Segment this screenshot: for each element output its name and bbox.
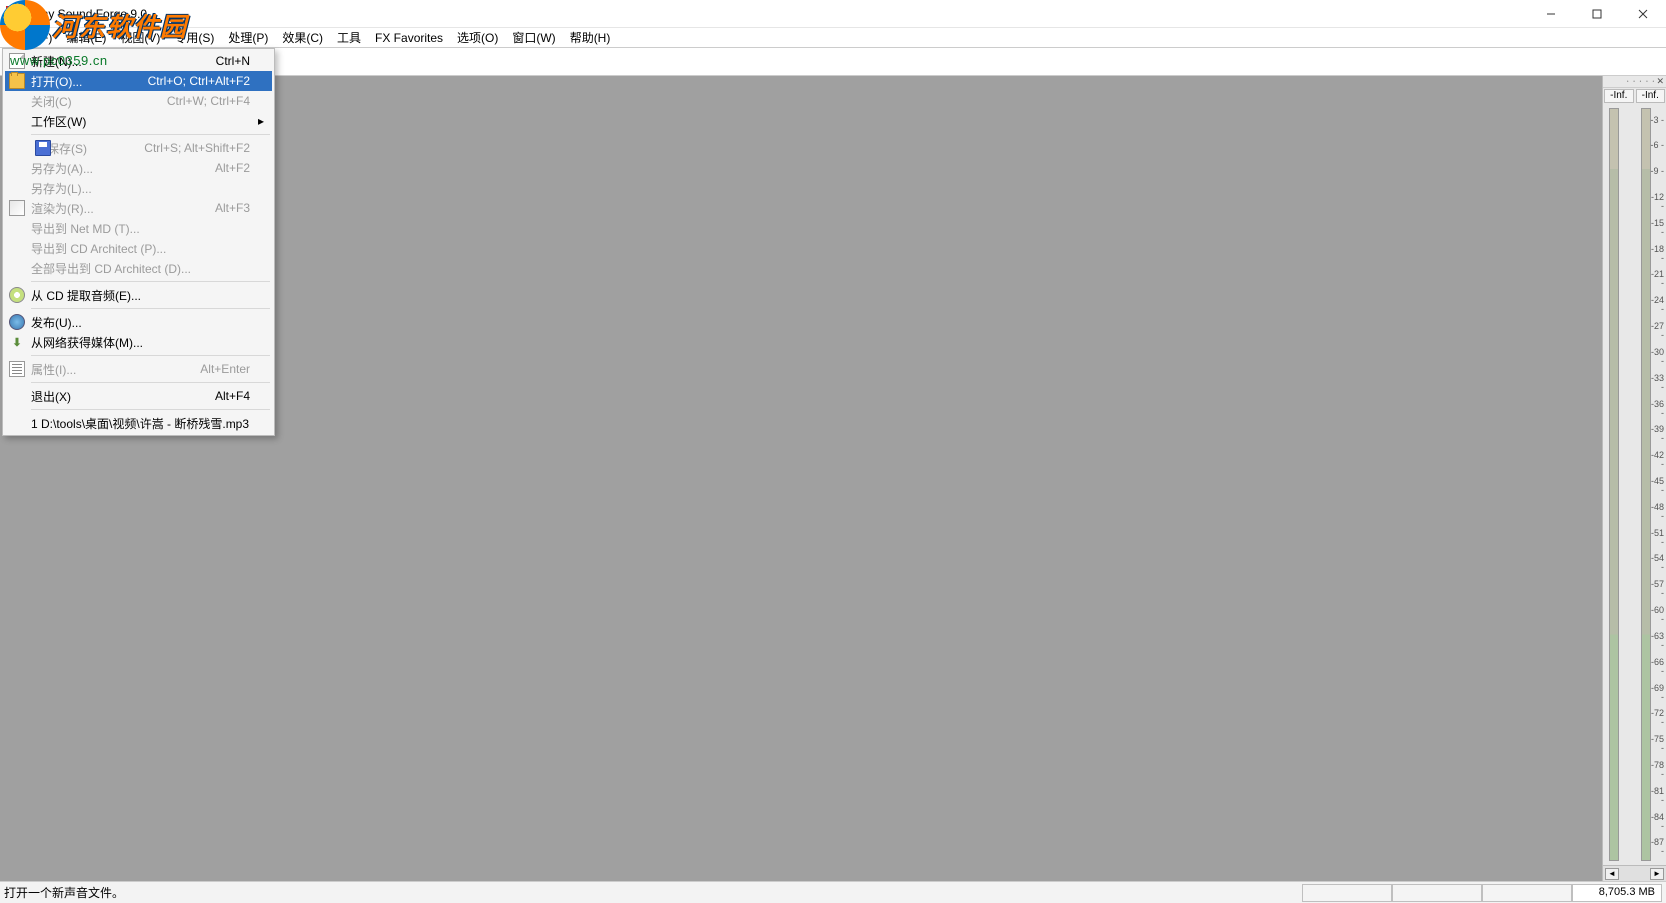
menu-效果[interactable]: 效果(C) <box>275 27 330 48</box>
menu-item[interactable]: ⬇ 从网络获得媒体(M)... <box>5 332 272 352</box>
open-icon <box>9 73 25 89</box>
meter-scroll-left-icon[interactable]: ◄ <box>1605 868 1619 880</box>
minimize-button[interactable] <box>1528 0 1574 28</box>
menu-shortcut: Alt+F2 <box>215 161 250 175</box>
close-button[interactable] <box>1620 0 1666 28</box>
menu-item[interactable]: 1 D:\tools\桌面\视频\许嵩 - 断桥残雪.mp3 <box>5 413 272 433</box>
menu-item-label: 新建(N)... <box>31 53 82 70</box>
menu-选项[interactable]: 选项(O) <box>450 27 505 48</box>
save-icon <box>35 140 51 156</box>
menu-item[interactable]: 打开(O)... Ctrl+O; Ctrl+Alt+F2 <box>5 71 272 91</box>
menu-item-label: 导出到 CD Architect (P)... <box>31 240 166 257</box>
app-title: Sony Sound Forge 9.0 <box>27 7 147 21</box>
status-text: 打开一个新声音文件。 <box>4 884 1302 901</box>
status-box-3 <box>1482 884 1572 902</box>
menu-视图[interactable]: 视图(V) <box>113 27 167 48</box>
menu-item-label: 退出(X) <box>31 388 71 405</box>
menu-专用[interactable]: 专用(S) <box>167 27 221 48</box>
menu-shortcut: Alt+Enter <box>200 362 250 376</box>
menu-item: 渲染为(R)... Alt+F3 <box>5 198 272 218</box>
menu-item-label: 属性(I)... <box>31 361 76 378</box>
menu-item-label: 渲染为(R)... <box>31 200 94 217</box>
submenu-arrow-icon: ▸ <box>258 114 264 128</box>
statusbar: 打开一个新声音文件。 8,705.3 MB <box>0 881 1666 903</box>
menu-文件[interactable]: 文件(F) <box>6 27 59 48</box>
menu-shortcut: Alt+F3 <box>215 201 250 215</box>
globe-icon <box>9 314 25 330</box>
render-icon <box>9 200 25 216</box>
window-titlebar: Sony Sound Forge 9.0 <box>0 0 1666 28</box>
file-menu-dropdown: 新建(N)... Ctrl+N 打开(O)... Ctrl+O; Ctrl+Alt+F… <box>2 48 275 436</box>
menu-shortcut: Ctrl+N <box>216 54 250 68</box>
menu-编辑[interactable]: 编辑(E) <box>59 27 113 48</box>
menu-item-label: 从 CD 提取音频(E)... <box>31 287 141 304</box>
app-icon <box>6 6 22 22</box>
menu-帮助[interactable]: 帮助(H) <box>563 27 618 48</box>
meter-close-icon[interactable]: ✕ <box>1656 76 1664 87</box>
meter-bar-left <box>1609 108 1619 861</box>
menu-item-label: 另存为(A)... <box>31 160 93 177</box>
menu-shortcut: Ctrl+O; Ctrl+Alt+F2 <box>148 74 250 88</box>
menu-shortcut: Ctrl+W; Ctrl+F4 <box>167 94 250 108</box>
menu-item[interactable]: 工作区(W) ▸ <box>5 111 272 131</box>
new-icon <box>9 53 25 69</box>
menu-item[interactable]: 退出(X) Alt+F4 <box>5 386 272 406</box>
status-box-2 <box>1392 884 1482 902</box>
meter-right-label[interactable]: -Inf. <box>1636 89 1666 103</box>
menu-item: 导出到 CD Architect (P)... <box>5 238 272 258</box>
menu-item: 另存为(A)... Alt+F2 <box>5 158 272 178</box>
menu-item-label: 1 D:\tools\桌面\视频\许嵩 - 断桥残雪.mp3 <box>31 415 249 432</box>
menu-shortcut: Ctrl+S; Alt+Shift+F2 <box>144 141 250 155</box>
menu-item: 保存(S) Ctrl+S; Alt+Shift+F2 <box>5 138 272 158</box>
menu-item-label: 发布(U)... <box>31 314 82 331</box>
menu-item-label: 保存(S) <box>47 140 87 157</box>
menu-item-label: 打开(O)... <box>31 73 82 90</box>
meter-scale: -3 --6 --9 --12 --15 --18 --21 --24 --27… <box>1646 108 1664 861</box>
menu-shortcut: Alt+F4 <box>215 389 250 403</box>
menu-item: 全部导出到 CD Architect (D)... <box>5 258 272 278</box>
menu-item-label: 另存为(L)... <box>31 180 92 197</box>
menu-item[interactable]: 从 CD 提取音频(E)... <box>5 285 272 305</box>
menu-工具[interactable]: 工具 <box>330 27 368 48</box>
menu-item[interactable]: 新建(N)... Ctrl+N <box>5 51 272 71</box>
menu-处理[interactable]: 处理(P) <box>221 27 275 48</box>
meter-left-label[interactable]: -Inf. <box>1604 89 1634 103</box>
menu-item[interactable]: 发布(U)... <box>5 312 272 332</box>
menu-item-label: 导出到 Net MD (T)... <box>31 220 140 237</box>
status-box-1 <box>1302 884 1392 902</box>
menu-item: 属性(I)... Alt+Enter <box>5 359 272 379</box>
menu-窗口[interactable]: 窗口(W) <box>505 27 562 48</box>
menu-item-label: 全部导出到 CD Architect (D)... <box>31 260 191 277</box>
net-icon: ⬇ <box>9 334 25 350</box>
menu-item: 另存为(L)... <box>5 178 272 198</box>
menu-item-label: 工作区(W) <box>31 113 86 130</box>
menu-item: 导出到 Net MD (T)... <box>5 218 272 238</box>
menu-item-label: 关闭(C) <box>31 93 72 110</box>
level-meter-panel: ᛫᛫᛫᛫᛫᛫ ✕ -Inf. -Inf. -3 --6 --9 --12 --1… <box>1602 76 1666 881</box>
status-memory: 8,705.3 MB <box>1572 884 1662 902</box>
maximize-button[interactable] <box>1574 0 1620 28</box>
menu-item-label: 从网络获得媒体(M)... <box>31 334 143 351</box>
menu-item: 关闭(C) Ctrl+W; Ctrl+F4 <box>5 91 272 111</box>
menubar: 文件(F)编辑(E)视图(V)专用(S)处理(P)效果(C)工具FX Favor… <box>0 28 1666 48</box>
menu-fx favorites[interactable]: FX Favorites <box>368 29 450 47</box>
prop-icon <box>9 361 25 377</box>
cd-icon <box>9 287 25 303</box>
meter-scroll-right-icon[interactable]: ► <box>1650 868 1664 880</box>
